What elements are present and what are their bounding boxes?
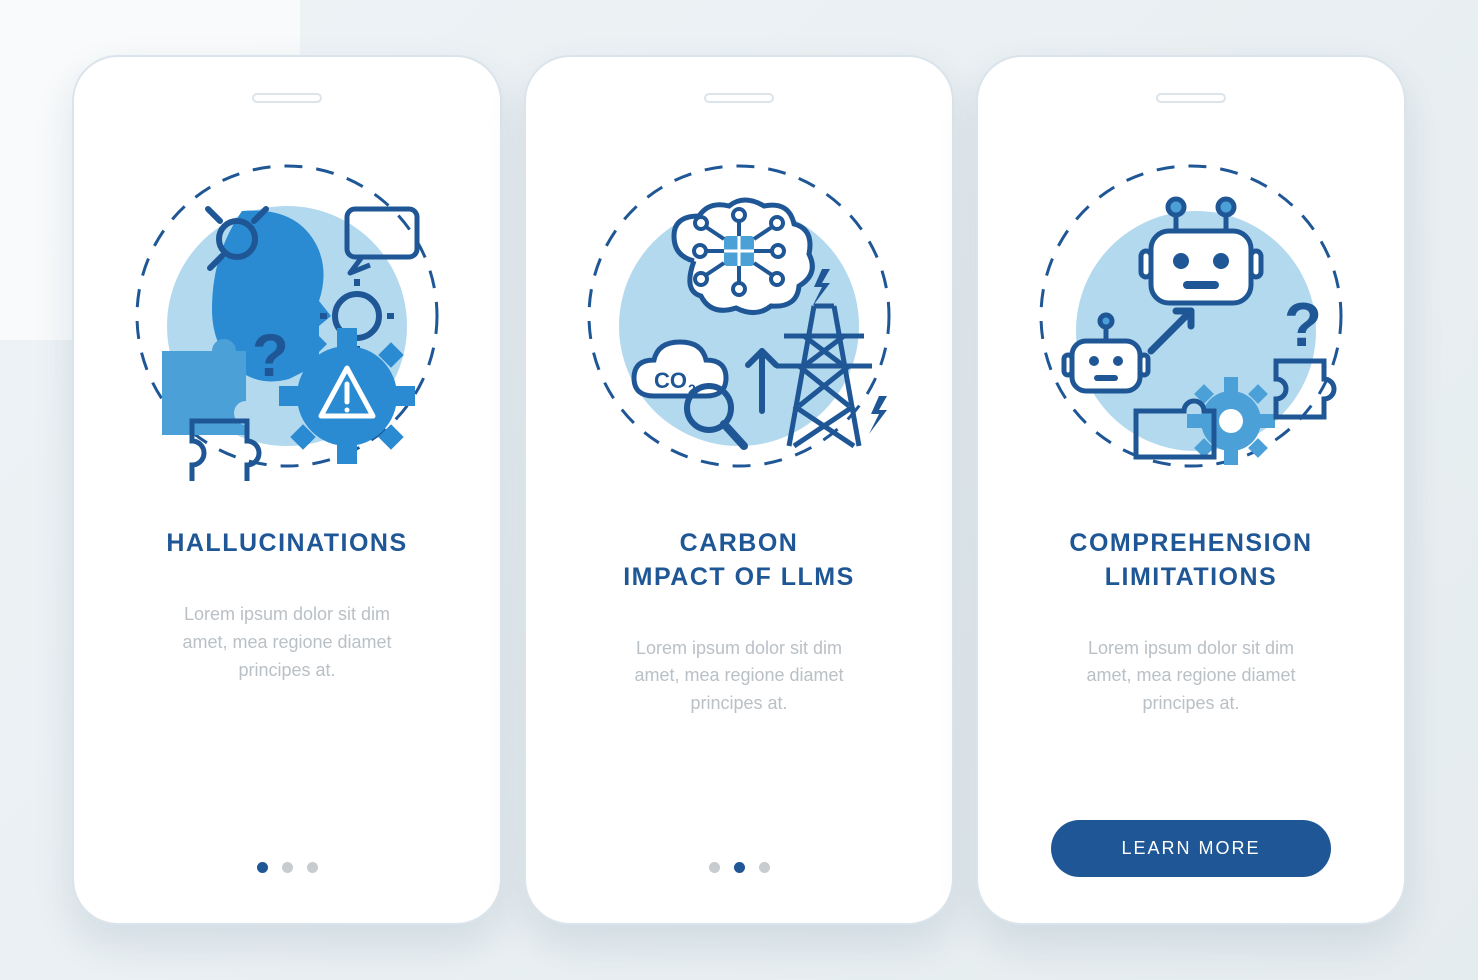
carbon-impact-icon: CO 2 bbox=[574, 151, 904, 481]
phone-speaker bbox=[1156, 93, 1226, 103]
dot-2[interactable] bbox=[734, 862, 745, 873]
phone-speaker bbox=[704, 93, 774, 103]
screen-title: CARBON IMPACT OF LLMS bbox=[623, 527, 855, 595]
svg-text:?: ? bbox=[252, 322, 289, 389]
screen-description: Lorem ipsum dolor sit dim amet, mea regi… bbox=[1086, 635, 1295, 719]
phone-speaker bbox=[252, 93, 322, 103]
comprehension-icon: ? bbox=[1026, 151, 1356, 481]
dot-1[interactable] bbox=[709, 862, 720, 873]
dot-2[interactable] bbox=[282, 862, 293, 873]
learn-more-button[interactable]: LEARN MORE bbox=[1051, 820, 1330, 877]
dot-3[interactable] bbox=[759, 862, 770, 873]
svg-text:CO: CO bbox=[654, 368, 687, 393]
page-indicator bbox=[257, 862, 318, 873]
page-indicator bbox=[709, 862, 770, 873]
svg-text:?: ? bbox=[1284, 291, 1322, 360]
screen-title: HALLUCINATIONS bbox=[166, 527, 407, 561]
screen-description: Lorem ipsum dolor sit dim amet, mea regi… bbox=[634, 635, 843, 719]
screen-title: COMPREHENSION LIMITATIONS bbox=[1069, 527, 1312, 595]
screen-description: Lorem ipsum dolor sit dim amet, mea regi… bbox=[182, 601, 391, 685]
phone-mockup-1: ? HALLUCINATIONS Lorem ipsum dolor sit d… bbox=[72, 55, 502, 925]
dot-3[interactable] bbox=[307, 862, 318, 873]
phone-mockup-2: CO 2 bbox=[524, 55, 954, 925]
dot-1[interactable] bbox=[257, 862, 268, 873]
onboarding-screens-row: ? HALLUCINATIONS Lorem ipsum dolor sit d… bbox=[72, 55, 1406, 925]
phone-mockup-3: ? COMPREHENSION LIMITATIONS Lorem ipsum … bbox=[976, 55, 1406, 925]
hallucinations-icon: ? bbox=[122, 151, 452, 481]
